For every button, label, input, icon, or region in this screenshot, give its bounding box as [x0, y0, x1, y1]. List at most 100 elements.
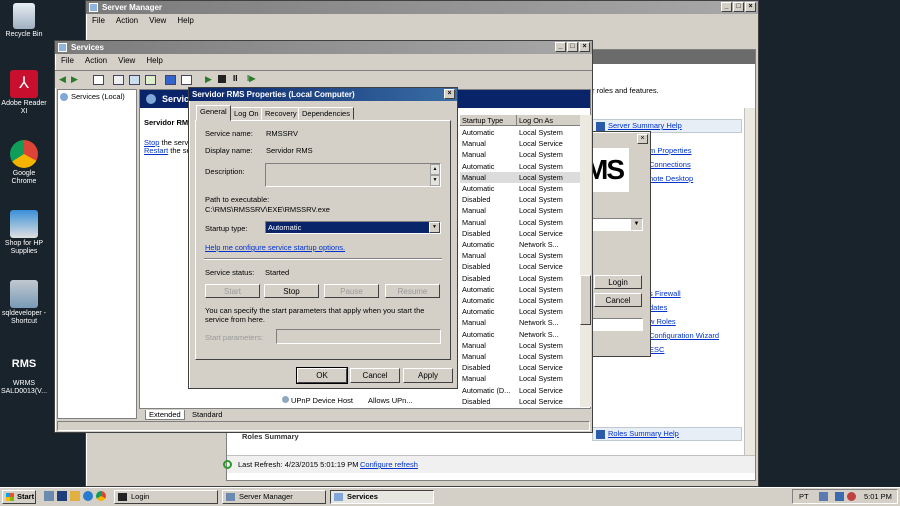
menu-file[interactable]: File	[61, 54, 74, 68]
taskbar-services[interactable]: Services	[330, 490, 434, 504]
menu-help[interactable]: Help	[146, 54, 162, 68]
table-row[interactable]: Manual Local System	[460, 217, 580, 228]
link-roles[interactable]: w Roles	[649, 317, 676, 326]
properties-titlebar[interactable]: Servidor RMS Properties (Local Computer)…	[189, 88, 457, 101]
tab-log-on[interactable]: Log On	[230, 107, 263, 120]
table-row[interactable]: Automatic Local System	[460, 295, 580, 306]
tab-dependencies[interactable]: Dependencies	[298, 107, 354, 120]
close-button[interactable]: ×	[745, 2, 756, 12]
table-row[interactable]: Automatic Network S...	[460, 239, 580, 250]
stop-button[interactable]: Stop	[264, 284, 319, 298]
desktop-icon-sqldeveloper[interactable]: sqldeveloper - Shortcut	[0, 280, 48, 326]
scroll-thumb[interactable]	[580, 275, 591, 325]
desktop-icon-recycle-bin[interactable]: Recycle Bin	[0, 3, 48, 39]
network-icon[interactable]	[819, 492, 828, 501]
clock[interactable]: 5:01 PM	[864, 490, 892, 503]
table-row[interactable]: Manual Local System	[460, 171, 580, 183]
column-log-on-as[interactable]: Log On As	[516, 115, 553, 126]
table-row[interactable]: Disabled Local Service	[460, 396, 580, 407]
tree-item-services-local[interactable]: Services (Local)	[60, 92, 125, 102]
maximize-button[interactable]: □	[567, 42, 578, 52]
desktop-icon-wrms[interactable]: RMS WRMS SALD0013(V...	[0, 350, 48, 396]
stop-icon[interactable]	[218, 75, 226, 83]
play-icon[interactable]: ▶	[205, 74, 212, 85]
restart-service-link[interactable]: Restart	[144, 146, 168, 155]
tab-recovery[interactable]: Recovery	[261, 107, 301, 120]
powershell-icon[interactable]	[57, 491, 67, 501]
minimize-button[interactable]: _	[555, 42, 566, 52]
table-row[interactable]: Disabled Local Service	[460, 261, 580, 272]
restart-icon[interactable]: I▶	[247, 74, 255, 83]
table-row[interactable]: Automatic Local System	[460, 306, 580, 317]
upnp-row[interactable]: UPnP Device Host	[282, 396, 353, 405]
table-row[interactable]: Disabled Local System	[460, 194, 580, 205]
link-updates[interactable]: dates	[649, 303, 667, 312]
start-parameters-field[interactable]	[276, 329, 441, 344]
services-titlebar[interactable]: Services _ □ ×	[55, 41, 592, 54]
mmc-icon[interactable]	[181, 75, 192, 85]
volume-icon[interactable]	[835, 492, 844, 501]
back-icon[interactable]: ◀	[59, 74, 66, 85]
link-remote-desktop[interactable]: note Desktop	[649, 174, 693, 183]
startup-type-select[interactable]: Automatic ▼	[265, 221, 441, 234]
pause-icon[interactable]: II	[233, 74, 237, 83]
link-connections[interactable]: Connections	[649, 160, 691, 169]
menu-action[interactable]: Action	[116, 14, 138, 28]
configure-refresh-link[interactable]: Configure refresh	[360, 460, 418, 469]
server-manager-icon[interactable]	[44, 491, 54, 501]
menu-view[interactable]: View	[149, 14, 166, 28]
menu-action[interactable]: Action	[85, 54, 107, 68]
apply-button[interactable]: Apply	[403, 368, 453, 383]
pause-button[interactable]: Pause	[324, 284, 379, 298]
desktop-icon-adobe-reader[interactable]: ⅄ Adobe Reader XI	[0, 70, 48, 116]
forward-icon[interactable]: ▶	[71, 74, 78, 85]
server-manager-titlebar[interactable]: Server Manager _ □ ×	[86, 1, 758, 14]
roles-summary-help[interactable]: Roles Summary Help	[592, 427, 742, 441]
login-button[interactable]: Login	[594, 275, 642, 289]
server-manager-scrollbar[interactable]	[744, 108, 755, 458]
table-row[interactable]: Manual Network S...	[460, 317, 580, 328]
table-row[interactable]: Automatic Local System	[460, 183, 580, 194]
tab-general[interactable]: General	[196, 105, 231, 121]
scroll-up-icon[interactable]: ▲	[430, 164, 440, 175]
menu-view[interactable]: View	[118, 54, 135, 68]
table-row[interactable]: Automatic Local System	[460, 127, 580, 138]
link-esc[interactable]: ESC	[649, 345, 664, 354]
tab-standard[interactable]: Standard	[189, 410, 225, 419]
close-button[interactable]: ×	[444, 89, 455, 99]
close-button[interactable]: ×	[579, 42, 590, 52]
taskbar-server-manager[interactable]: Server Manager	[222, 490, 326, 504]
table-row[interactable]: Manual Local System	[460, 373, 580, 384]
table-row[interactable]: Manual Local System	[460, 340, 580, 351]
taskbar-login[interactable]: Login	[114, 490, 218, 504]
link-config-wizard[interactable]: Configuration Wizard	[649, 331, 719, 340]
table-row[interactable]: Manual Local System	[460, 205, 580, 216]
refresh-icon[interactable]	[129, 75, 140, 85]
properties-icon[interactable]	[113, 75, 124, 85]
tab-extended[interactable]: Extended	[145, 410, 185, 420]
menu-help[interactable]: Help	[177, 14, 193, 28]
help-configure-link[interactable]: Help me configure service startup option…	[205, 243, 345, 252]
table-row[interactable]: Manual Local System	[460, 149, 580, 160]
login-close-button[interactable]: ×	[637, 134, 648, 144]
help-icon[interactable]	[165, 75, 176, 85]
table-row[interactable]: Disabled Local Service	[460, 362, 580, 373]
menu-file[interactable]: File	[92, 14, 105, 28]
action-center-icon[interactable]	[847, 492, 856, 501]
export-icon[interactable]	[145, 75, 156, 85]
scroll-down-icon[interactable]: ▼	[430, 175, 440, 186]
link-properties[interactable]: m Properties	[649, 146, 692, 155]
table-row[interactable]: Automatic Local System	[460, 161, 580, 172]
table-row[interactable]: Disabled Local System	[460, 273, 580, 284]
chrome-icon[interactable]	[96, 491, 106, 501]
table-row[interactable]: Automatic Local System	[460, 284, 580, 295]
explorer-icon[interactable]	[70, 491, 80, 501]
start-button[interactable]: Start	[205, 284, 260, 298]
column-startup-type[interactable]: Startup Type	[462, 115, 503, 126]
maximize-button[interactable]: □	[733, 2, 744, 12]
table-row[interactable]: Automatic Network S...	[460, 329, 580, 340]
console-tree-icon[interactable]	[93, 75, 104, 85]
desktop-icon-hp-supplies[interactable]: Shop for HP Supplies	[0, 210, 48, 256]
services-scrollbar[interactable]	[580, 115, 591, 407]
language-indicator[interactable]: PT	[799, 490, 809, 503]
